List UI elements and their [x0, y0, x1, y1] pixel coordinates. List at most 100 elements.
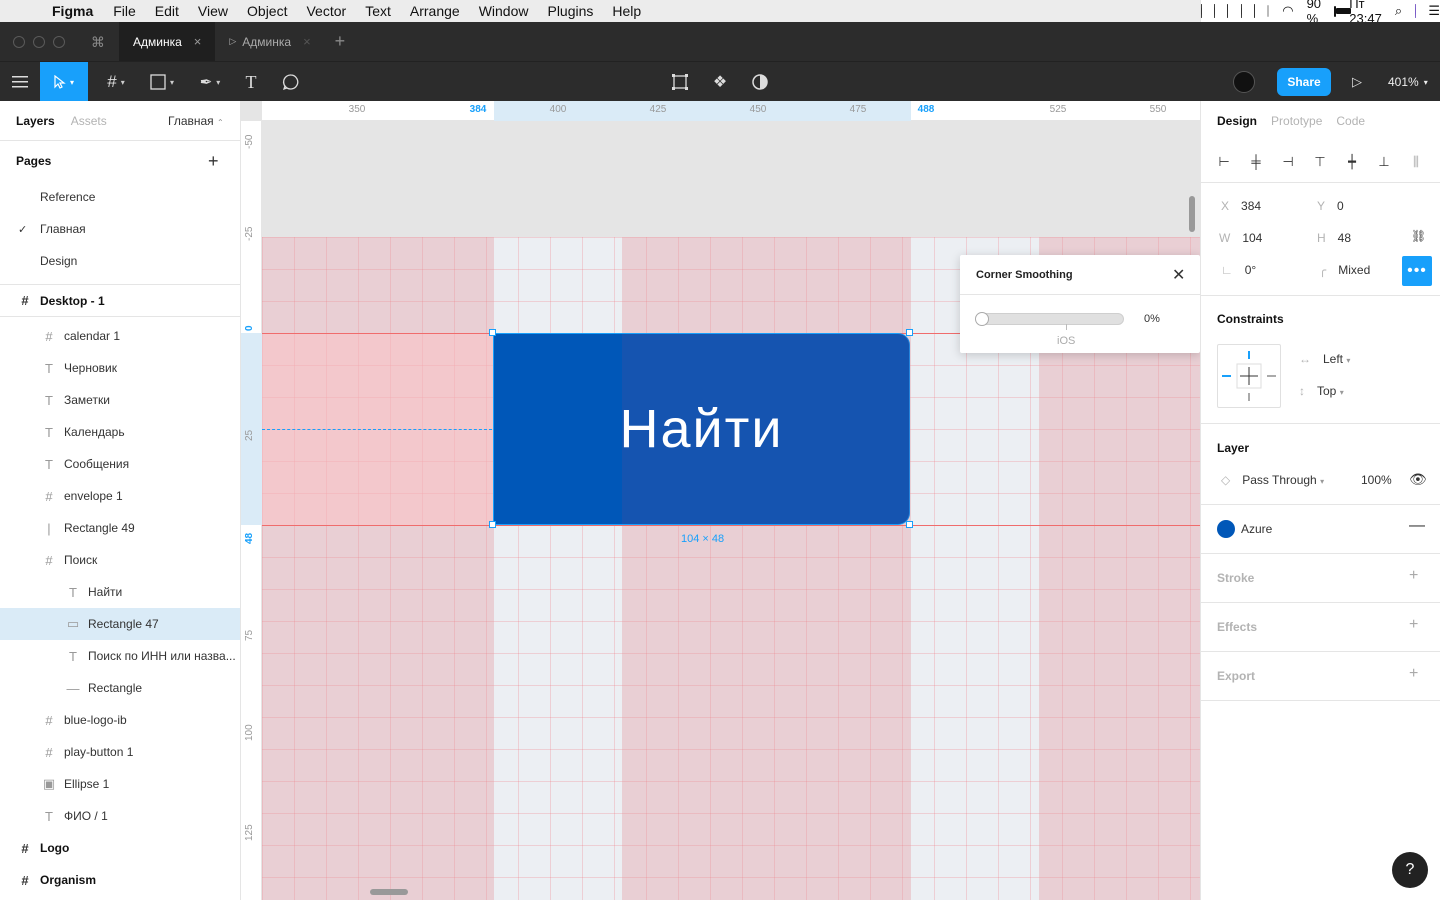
layer-row[interactable]: T Сообщения	[0, 448, 240, 480]
vertical-constraint-dropdown[interactable]: ↕ Top ▾	[1299, 384, 1344, 398]
slider-knob[interactable]	[975, 312, 989, 326]
page-item[interactable]: Design	[0, 245, 240, 277]
menu-text[interactable]: Text	[365, 3, 391, 19]
shape-tool-button[interactable]: ▾	[142, 62, 182, 102]
pen-tool-button[interactable]: ✒ ▾	[190, 62, 230, 102]
page-selector[interactable]: Главная ⌃	[168, 114, 224, 128]
layer-row[interactable]: T ФИО / 1	[0, 800, 240, 832]
horizontal-constraint-dropdown[interactable]: ↔ Left ▾	[1299, 352, 1350, 366]
layer-row[interactable]: # Logo	[0, 832, 240, 864]
resize-handle-bottom-left[interactable]	[489, 521, 496, 528]
add-page-icon[interactable]: +	[208, 151, 219, 172]
tab-prototype[interactable]: Prototype	[1271, 114, 1322, 128]
zoom-window-button[interactable]	[53, 35, 65, 48]
notification-center-icon[interactable]: ☰	[1428, 3, 1440, 19]
frame-tool-button[interactable]: # ▾	[96, 62, 136, 102]
tab-admin-file[interactable]: Админка ×	[119, 22, 216, 61]
page-item[interactable]: Reference	[0, 181, 240, 213]
resize-handle-bottom-right[interactable]	[906, 521, 913, 528]
tab-admin-prototype[interactable]: ▷ Админка ×	[215, 22, 324, 61]
corner-smoothing-slider[interactable]	[975, 312, 1124, 330]
rotation-field[interactable]: ∟ 0°	[1221, 263, 1256, 277]
export-header[interactable]: Export	[1217, 669, 1255, 683]
menu-object[interactable]: Object	[247, 3, 287, 19]
zoom-dropdown[interactable]: 401% ▾	[1388, 62, 1428, 102]
layer-row[interactable]: | Rectangle 49	[0, 512, 240, 544]
align-left-icon[interactable]: ⊢	[1217, 154, 1231, 169]
rectangle-47-button[interactable]: Найти	[493, 333, 910, 525]
page-item[interactable]: ✓ Главная	[0, 213, 240, 245]
menu-app-figma[interactable]: Figma	[52, 3, 93, 19]
layer-row[interactable]: T Календарь	[0, 416, 240, 448]
figma-home-icon[interactable]: ⌘	[91, 34, 107, 50]
layer-row[interactable]: # Поиск	[0, 544, 240, 576]
corner-smoothing-value[interactable]: 0%	[1144, 313, 1160, 325]
y-field[interactable]: Y0	[1317, 199, 1344, 213]
battery-icon[interactable]	[1334, 5, 1354, 17]
layer-row[interactable]: # Desktop - 1	[0, 285, 240, 317]
resize-handle-top-right[interactable]	[906, 329, 913, 336]
independent-corners-more-button[interactable]: •••	[1402, 256, 1432, 286]
close-icon[interactable]: ✕	[1172, 265, 1185, 285]
comment-tool-button[interactable]	[276, 62, 306, 102]
effects-header[interactable]: Effects	[1217, 620, 1257, 634]
detach-style-icon[interactable]: —	[1409, 517, 1425, 535]
add-stroke-icon[interactable]: +	[1409, 567, 1418, 585]
fill-style-name[interactable]: Azure	[1241, 522, 1272, 536]
move-tool-button[interactable]: ▾	[40, 62, 88, 102]
corner-radius-field[interactable]: ╭ Mixed	[1319, 263, 1370, 277]
menu-edit[interactable]: Edit	[155, 3, 179, 19]
tab-design[interactable]: Design	[1217, 114, 1257, 128]
share-button[interactable]: Share	[1277, 68, 1331, 96]
menu-plugins[interactable]: Plugins	[547, 3, 593, 19]
layer-row[interactable]: # Organism	[0, 864, 240, 896]
help-button[interactable]: ?	[1392, 852, 1428, 888]
add-export-icon[interactable]: +	[1409, 665, 1418, 683]
constraints-widget[interactable]	[1217, 344, 1281, 408]
layer-row[interactable]: # play-button 1	[0, 736, 240, 768]
layer-row[interactable]: # blue-logo-ib	[0, 704, 240, 736]
fill-color-swatch[interactable]	[1217, 520, 1235, 538]
blend-mode-dropdown[interactable]: ◇ Pass Through ▾	[1221, 473, 1324, 487]
new-tab-icon[interactable]: +	[335, 31, 346, 52]
distribute-icon[interactable]: ⫼	[1409, 154, 1423, 169]
menu-file[interactable]: File	[113, 3, 136, 19]
layer-row[interactable]: ▭ Rectangle 47	[0, 608, 240, 640]
close-tab-icon[interactable]: ×	[194, 34, 202, 49]
canvas[interactable]: Найти 104 × 48 350 384 400 425 450 475 4…	[241, 101, 1200, 900]
align-right-icon[interactable]: ⊣	[1281, 154, 1295, 169]
text-tool-button[interactable]: T	[236, 62, 266, 102]
components-button[interactable]: ❖	[705, 62, 735, 102]
tab-assets[interactable]: Assets	[71, 114, 107, 128]
constrain-proportions-icon[interactable]: ⛓	[1411, 229, 1426, 243]
eye-icon[interactable]: 👁	[1409, 471, 1427, 488]
close-window-button[interactable]	[13, 35, 25, 48]
main-menu-icon[interactable]	[0, 62, 40, 102]
menu-vector[interactable]: Vector	[306, 3, 346, 19]
wifi-icon[interactable]: ◠	[1282, 3, 1293, 19]
mask-button[interactable]	[745, 62, 775, 102]
layer-row[interactable]: # calendar 1	[0, 320, 240, 352]
spotlight-search-icon[interactable]: ⌕	[1395, 3, 1402, 19]
menu-help[interactable]: Help	[612, 3, 641, 19]
align-top-icon[interactable]: ⊤	[1313, 154, 1327, 169]
input-source-flag-icon[interactable]	[1267, 5, 1270, 17]
menu-view[interactable]: View	[198, 3, 228, 19]
vertical-scrollbar[interactable]	[1189, 196, 1195, 232]
user-avatar[interactable]	[1233, 71, 1255, 93]
button-label-najti[interactable]: Найти	[619, 398, 783, 460]
opacity-field[interactable]: 100%	[1361, 473, 1392, 487]
x-field[interactable]: X 384	[1221, 199, 1261, 213]
menu-arrange[interactable]: Arrange	[410, 3, 460, 19]
layer-row[interactable]: T Найти	[0, 576, 240, 608]
tab-layers[interactable]: Layers	[16, 114, 55, 128]
layer-row[interactable]: T Черновик	[0, 352, 240, 384]
width-field[interactable]: W 104	[1219, 231, 1262, 245]
menu-window[interactable]: Window	[479, 3, 529, 19]
close-tab-icon[interactable]: ×	[303, 34, 311, 49]
horizontal-scrollbar[interactable]	[370, 889, 408, 895]
tab-code[interactable]: Code	[1336, 114, 1365, 128]
resize-handle-top-left[interactable]	[489, 329, 496, 336]
layer-row[interactable]: — Rectangle	[0, 672, 240, 704]
align-bottom-icon[interactable]: ⊥	[1377, 154, 1391, 169]
